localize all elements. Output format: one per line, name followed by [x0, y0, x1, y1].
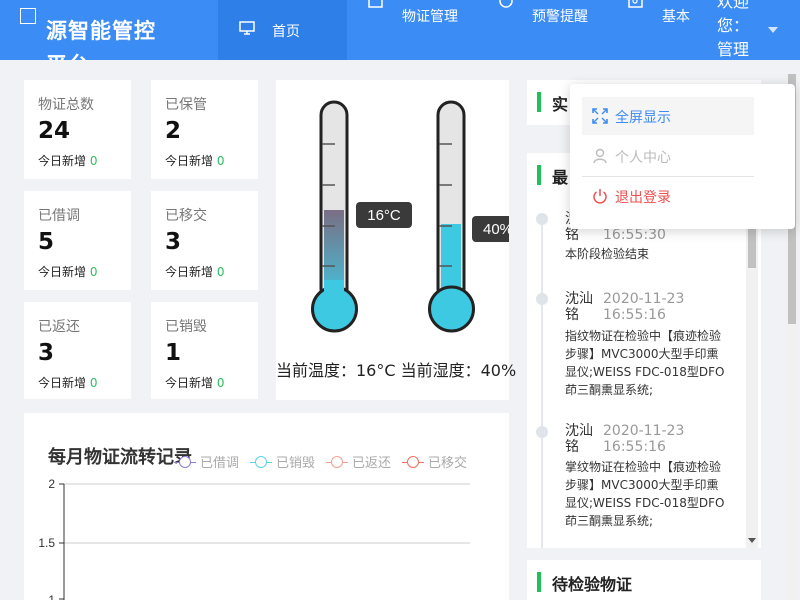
stat-today: 今日新增 0 — [165, 265, 225, 279]
timeline-desc: 指纹物证在检验中【痕迹检验步骤】MVC3000大型手印熏显仪;WEISS FDC… — [565, 329, 725, 397]
stat-today: 今日新增 0 — [38, 265, 98, 279]
humidity-gauge: 40% — [428, 100, 509, 333]
timeline-user: 沈汕铭 — [565, 291, 593, 323]
user-greeting[interactable]: 欢迎您：管理员 — [717, 0, 759, 60]
nav-home[interactable]: 首页 — [218, 0, 347, 60]
brand-title: 源智能管控平台 — [46, 19, 156, 60]
timeline-user: 沈汕铭 — [565, 423, 593, 455]
realtime-title: 实 — [552, 95, 569, 114]
chart-plot: 2 1.5 1 — [38, 477, 470, 600]
temperature-gauge: 16°C — [311, 100, 412, 333]
stat-label: 物证总数 — [38, 97, 94, 113]
stat-value: 24 — [38, 118, 71, 144]
menu-profile[interactable]: 个人中心 — [582, 137, 754, 175]
stat-today: 今日新增 0 — [165, 376, 225, 390]
user-dropdown-menu: 全屏显示 个人中心 退出登录 — [570, 84, 795, 229]
stat-label: 已保管 — [165, 97, 207, 113]
environment-card: 16°C 40% — [276, 80, 509, 400]
timeline-dot — [536, 213, 548, 225]
stat-value: 5 — [38, 229, 55, 255]
thermometer-gauges: 16°C 40% — [311, 100, 509, 333]
nav-basic[interactable]: 基本资料 — [620, 0, 710, 60]
timeline-dot — [536, 293, 548, 305]
y-tick-label: 1 — [48, 593, 55, 600]
menu-label: 个人中心 — [615, 150, 671, 166]
chevron-down-icon[interactable] — [768, 27, 778, 33]
y-tick-label: 2 — [48, 477, 55, 491]
timeline-desc: 掌纹物证在检验中【痕迹检验步骤】MVC3000大型手印熏显仪;WEISS FDC… — [565, 460, 725, 528]
timeline-time: 2020-11-23 16:55:16 — [603, 423, 685, 455]
scrollbar-thumb[interactable] — [748, 226, 756, 268]
menu-logout[interactable]: 退出登录 — [582, 177, 754, 215]
recent-title: 最 — [552, 168, 569, 187]
stat-card-stored[interactable]: 已保管 2 今日新增 0 — [151, 80, 258, 179]
logo-icon — [20, 8, 36, 24]
nav-home-label: 首页 — [272, 24, 300, 40]
nav-basic-label: 基本资料 — [662, 9, 690, 25]
alarm-icon — [499, 0, 513, 8]
stat-value: 3 — [38, 340, 55, 366]
environment-caption: 当前温度：16°C 当前湿度：40% — [276, 361, 517, 380]
stat-label: 已销毁 — [165, 319, 207, 335]
stat-card-total[interactable]: 物证总数 24 今日新增 0 — [24, 80, 131, 179]
stat-label: 已返还 — [38, 319, 80, 335]
stat-value: 3 — [165, 229, 182, 255]
stat-value: 1 — [165, 340, 182, 366]
timeline-desc: 本阶段检验结束 — [565, 247, 650, 261]
monthly-chart-card: 每月物证流转记录 已借调 已销毁 已返还 已移交 2 1.5 1 — [24, 413, 509, 600]
scroll-down-icon[interactable] — [748, 538, 756, 543]
menu-label: 退出登录 — [615, 190, 671, 206]
timeline-line — [541, 225, 543, 548]
pending-card: 待检验物证 — [527, 560, 761, 600]
humidity-tooltip: 40% — [483, 221, 509, 238]
nav-warning-label: 预警提醒 — [532, 9, 588, 25]
nav-evidence-label: 物证管理 — [402, 9, 458, 25]
pending-title: 待检验物证 — [552, 575, 633, 594]
stat-card-destroyed[interactable]: 已销毁 1 今日新增 0 — [151, 302, 258, 399]
menu-label: 全屏显示 — [615, 110, 671, 126]
stat-card-returned[interactable]: 已返还 3 今日新增 0 — [24, 302, 131, 399]
user-icon — [593, 148, 607, 164]
fullscreen-icon — [592, 108, 608, 124]
power-icon — [593, 189, 607, 204]
timeline-time: 2020-11-23 16:55:16 — [603, 291, 685, 323]
recent-scrollbar[interactable] — [746, 226, 758, 548]
nav-warning[interactable]: 预警提醒 — [490, 0, 590, 60]
stat-card-borrowed[interactable]: 已借调 5 今日新增 0 — [24, 191, 131, 290]
stat-today: 今日新增 0 — [165, 154, 225, 168]
monitor-icon — [239, 21, 255, 35]
stat-value: 2 — [165, 118, 182, 144]
stat-label: 已移交 — [165, 208, 207, 224]
timeline-time: 16:55:30 — [603, 227, 666, 243]
stat-card-transferred[interactable]: 已移交 3 今日新增 0 — [151, 191, 258, 290]
y-tick-label: 1.5 — [38, 536, 55, 550]
temperature-tooltip: 16°C — [367, 207, 401, 224]
id-card-icon — [628, 0, 643, 8]
menu-fullscreen[interactable]: 全屏显示 — [582, 97, 754, 135]
stat-today: 今日新增 0 — [38, 154, 98, 168]
edit-icon — [368, 0, 383, 8]
top-navbar: 源智能管控平台 首页 物证管理 预警提醒 基本资料 欢迎您：管理员 — [0, 0, 800, 60]
nav-evidence[interactable]: 物证管理 — [360, 0, 460, 60]
timeline-dot — [536, 426, 548, 438]
stat-today: 今日新增 0 — [38, 376, 98, 390]
stat-label: 已借调 — [38, 208, 80, 224]
